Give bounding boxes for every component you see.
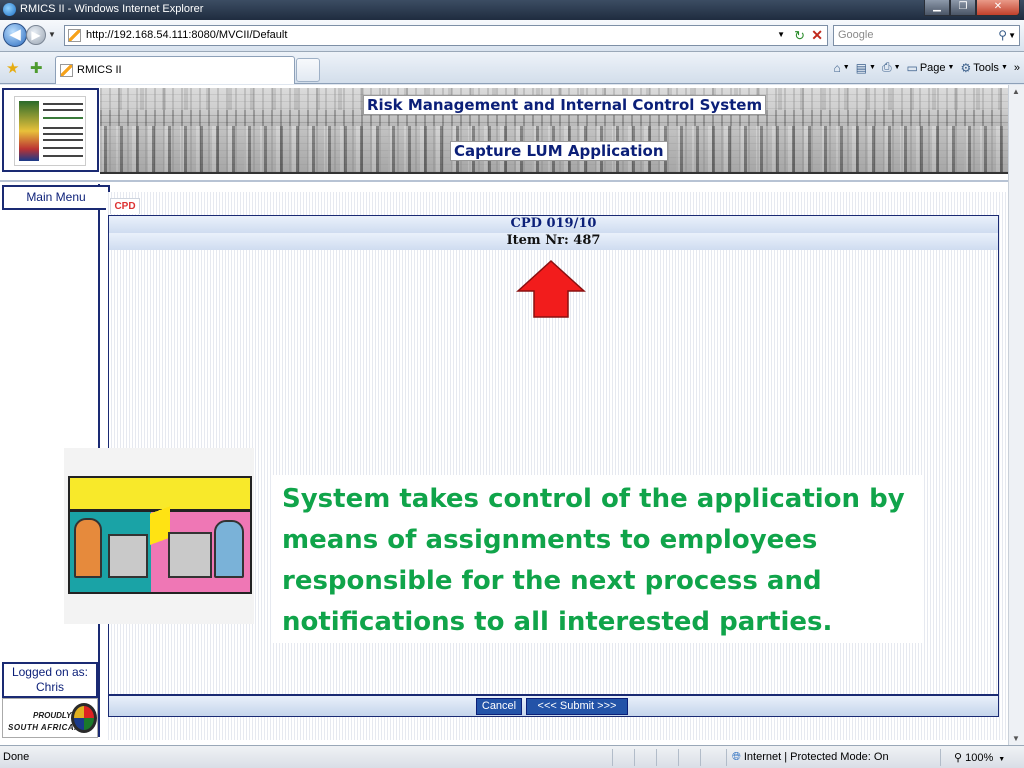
tab-rmics[interactable]: RMICS II	[55, 56, 295, 84]
maximize-icon[interactable]: ❐	[950, 0, 976, 16]
cpd-reference: CPD 019/10	[109, 216, 998, 233]
cancel-button[interactable]: Cancel	[476, 698, 522, 715]
tools-menu-label: Tools	[973, 61, 999, 74]
address-dropdown-icon[interactable]: ▼	[777, 30, 785, 39]
red-up-arrow-icon	[516, 259, 586, 318]
print-icon: ⎙	[881, 60, 892, 74]
zoom-control[interactable]: ⚲ 100% ▼	[954, 751, 1005, 764]
callout-box: System takes control of the application …	[271, 475, 923, 643]
logged-on-label: Logged on as:	[11, 665, 89, 679]
page-title: Capture LUM Application	[450, 141, 668, 161]
tick-logo-icon	[71, 703, 97, 733]
zone-label: Internet | Protected Mode: On	[743, 751, 889, 763]
print-button[interactable]: ⎙ ▼	[882, 60, 901, 75]
cartoon-illustration	[64, 448, 254, 624]
tab-cpd[interactable]: CPD	[110, 198, 140, 214]
search-input[interactable]: Google ⚲ ▼	[833, 25, 1020, 46]
search-placeholder: Google	[838, 29, 874, 41]
header-divider	[0, 180, 1008, 182]
page-favicon-icon	[68, 29, 81, 42]
zoom-icon: ⚲	[954, 752, 963, 764]
proudly-south-african-badge: PROUDLY SOUTH AFRICAN	[2, 698, 98, 738]
header-banner: Risk Management and Internal Control Sys…	[100, 88, 1008, 174]
command-bar: ⌂ ▼ ▤ ▼ ⎙ ▼ ▭ Page ▼ ⚙ Tools ▼ »	[833, 60, 1020, 75]
ie-icon	[3, 3, 16, 16]
tab-bar: ★ ✚ RMICS II ⌂ ▼ ▤ ▼ ⎙ ▼ ▭ Page ▼ ⚙ Tools ▼ »	[0, 52, 1024, 84]
tab-favicon-icon	[60, 64, 73, 77]
search-icon[interactable]: ⚲	[998, 28, 1007, 42]
address-input[interactable]: http://192.168.54.111:8080/MVCII/Default…	[64, 25, 828, 46]
address-toolbar: ◀ ▶ ▼ http://192.168.54.111:8080/MVCII/D…	[0, 20, 1024, 52]
forward-button[interactable]: ▶	[26, 25, 46, 45]
minimize-icon[interactable]: ▁	[924, 0, 950, 16]
logo-image	[14, 96, 86, 166]
new-tab-button[interactable]	[296, 58, 320, 82]
scroll-up-icon[interactable]: ▲	[1012, 87, 1020, 96]
globe-icon: 🌐︎	[732, 751, 741, 763]
page-menu[interactable]: ▭ Page ▼	[907, 61, 955, 75]
home-button[interactable]: ⌂ ▼	[833, 61, 849, 75]
address-value[interactable]: http://192.168.54.111:8080/MVCII/Default	[86, 29, 287, 41]
vertical-scrollbar[interactable]: ▲ ▼	[1008, 85, 1024, 745]
window-title-bar: RMICS II - Windows Internet Explorer ▁ ❐…	[0, 0, 1024, 20]
logged-on-box: Logged on as: Chris	[2, 662, 98, 698]
main-menu-button[interactable]: Main Menu	[2, 185, 110, 210]
tools-menu[interactable]: ⚙ Tools ▼	[960, 61, 1007, 75]
search-dropdown-icon[interactable]: ▼	[1008, 31, 1016, 40]
tab-label: RMICS II	[77, 64, 122, 76]
feeds-button[interactable]: ▤ ▼	[856, 61, 876, 75]
department-logo	[2, 88, 99, 172]
home-icon: ⌂	[833, 60, 841, 75]
window-controls: ▁ ❐ ✕	[924, 0, 1020, 16]
status-bar: Done 🌐︎ Internet | Protected Mode: On ⚲ …	[0, 745, 1024, 768]
favorites-star-icon[interactable]: ★	[6, 59, 19, 77]
scroll-down-icon[interactable]: ▼	[1012, 734, 1020, 743]
page-icon: ▭	[906, 60, 918, 75]
badge-line-2: SOUTH AFRICAN	[8, 723, 81, 732]
gear-icon: ⚙	[960, 60, 972, 75]
refresh-icon[interactable]: ↻	[794, 28, 805, 44]
close-icon[interactable]: ✕	[976, 0, 1020, 16]
system-title: Risk Management and Internal Control Sys…	[363, 95, 767, 115]
security-zone[interactable]: 🌐︎ Internet | Protected Mode: On	[732, 751, 889, 764]
add-favorites-icon[interactable]: ✚	[30, 59, 43, 77]
page-menu-label: Page	[919, 61, 946, 74]
status-text: Done	[3, 751, 30, 763]
back-button[interactable]: ◀	[3, 23, 27, 47]
logged-on-user: Chris	[35, 680, 64, 694]
badge-line-1: PROUDLY	[33, 711, 72, 720]
callout-text: System takes control of the application …	[282, 484, 905, 637]
zoom-value: 100%	[965, 752, 994, 764]
chevron-more-icon[interactable]: »	[1014, 62, 1020, 74]
submit-button[interactable]: <<< Submit >>>	[526, 698, 628, 715]
history-dropdown-icon[interactable]: ▼	[48, 30, 56, 39]
stop-icon[interactable]: ✕	[811, 27, 823, 44]
window-title: RMICS II - Windows Internet Explorer	[20, 3, 204, 15]
item-number: Item Nr: 487	[109, 233, 998, 250]
feeds-icon: ▤	[855, 60, 868, 75]
